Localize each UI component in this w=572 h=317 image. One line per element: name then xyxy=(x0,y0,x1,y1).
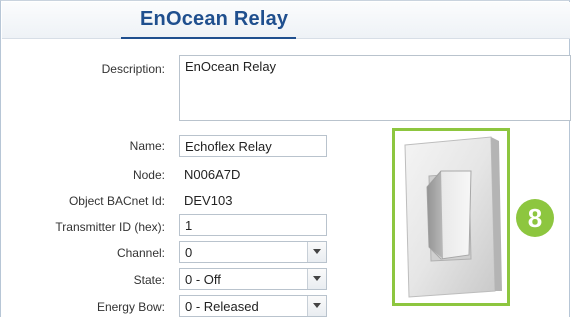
chevron-down-icon[interactable] xyxy=(307,242,326,262)
title-bar: EnOcean Relay xyxy=(2,2,570,39)
node-label: Node: xyxy=(132,168,165,182)
channel-value: 0 xyxy=(185,245,193,260)
transmitter-id-field[interactable]: 1 xyxy=(179,214,327,236)
rocker-switch-image xyxy=(404,136,502,298)
page-title: EnOcean Relay xyxy=(140,8,289,30)
callout-badge: 8 xyxy=(516,199,554,237)
description-field[interactable]: EnOcean Relay xyxy=(179,55,571,121)
chevron-down-icon[interactable] xyxy=(307,269,326,289)
name-label: Name: xyxy=(129,139,165,153)
object-bacnet-id-value: DEV103 xyxy=(184,193,233,208)
node-value: N006A7D xyxy=(184,167,241,182)
description-label: Description: xyxy=(101,62,165,76)
channel-label: Channel: xyxy=(116,246,165,260)
name-field[interactable]: Echoflex Relay xyxy=(179,135,327,157)
energy-bow-select[interactable]: 0 - Released xyxy=(179,295,327,317)
state-label: State: xyxy=(133,273,165,287)
energy-bow-value: 0 - Released xyxy=(185,299,259,314)
channel-select[interactable]: 0 xyxy=(179,241,327,263)
description-value: EnOcean Relay xyxy=(185,59,277,74)
object-bacnet-id-label: Object BACnet Id: xyxy=(68,194,165,208)
transmitter-id-value: 1 xyxy=(185,218,193,233)
state-value: 0 - Off xyxy=(185,272,221,287)
transmitter-id-label: Transmitter ID (hex): xyxy=(55,220,165,234)
energy-bow-label: Energy Bow: xyxy=(96,300,165,314)
name-value: Echoflex Relay xyxy=(185,139,272,154)
device-image-frame xyxy=(392,128,510,306)
title-underline xyxy=(121,37,296,39)
state-select[interactable]: 0 - Off xyxy=(179,268,327,290)
chevron-down-icon[interactable] xyxy=(307,296,326,316)
